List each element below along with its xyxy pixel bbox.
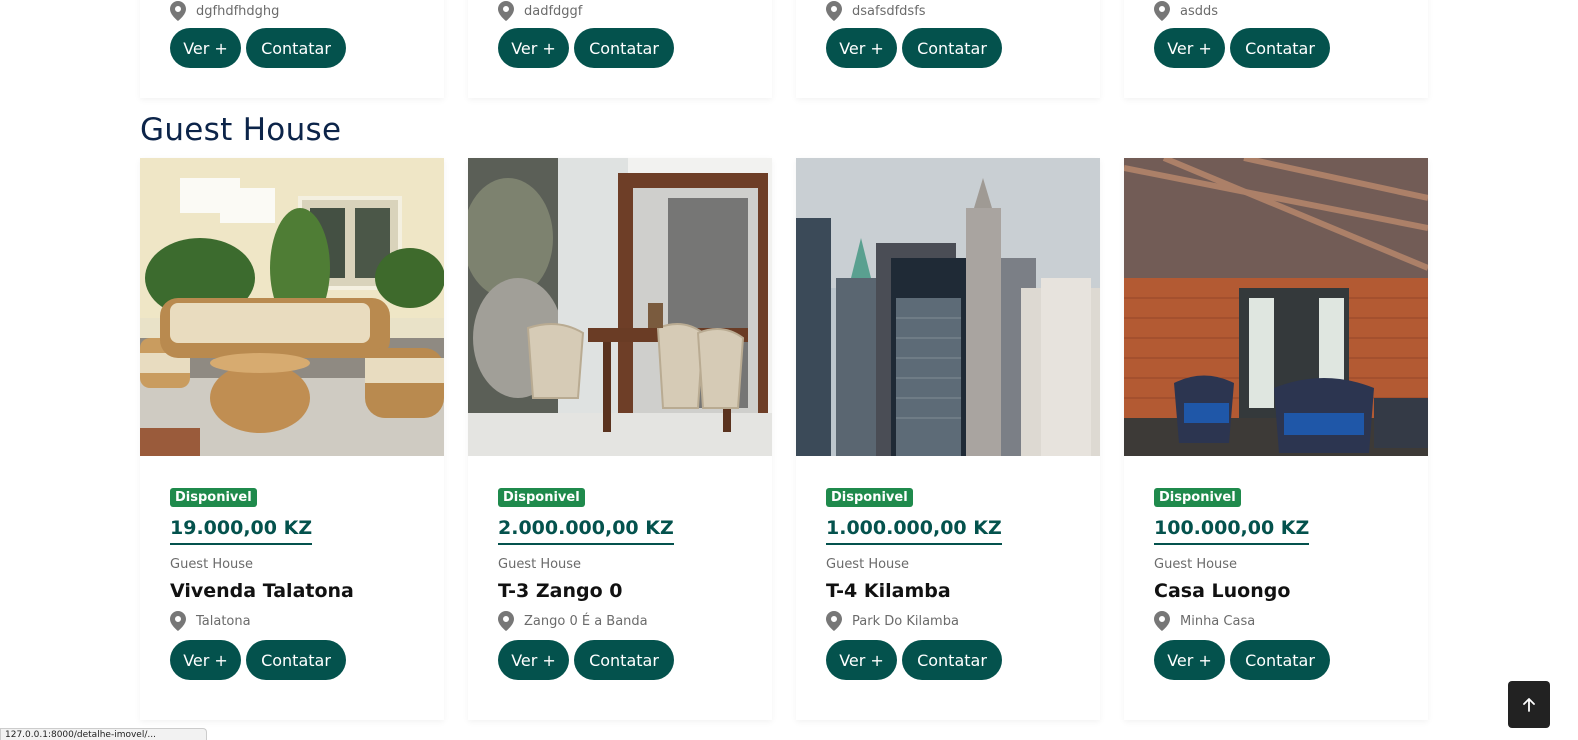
- ver-button[interactable]: Ver +: [1154, 28, 1225, 68]
- contatar-button[interactable]: Contatar: [902, 640, 1002, 680]
- contatar-button[interactable]: Contatar: [246, 640, 346, 680]
- contatar-button[interactable]: Contatar: [1230, 640, 1330, 680]
- ver-button[interactable]: Ver +: [1154, 640, 1225, 680]
- card-location: dgfhdfhdghg: [170, 0, 414, 22]
- status-badge: Disponivel: [170, 488, 257, 507]
- map-pin-icon: [498, 611, 514, 631]
- ver-button[interactable]: Ver +: [170, 28, 241, 68]
- property-card: Disponivel 1.000.000,00 KZ Guest House T…: [796, 158, 1100, 720]
- status-badge: Disponivel: [498, 488, 585, 507]
- browser-status-bar: 127.0.0.1:8000/detalhe-imovel/...: [0, 728, 207, 740]
- location-text: Park Do Kilamba: [852, 613, 959, 629]
- location-text: Zango 0 É a Banda: [524, 613, 648, 629]
- property-card: Disponivel 100.000,00 KZ Guest House Cas…: [1124, 158, 1428, 720]
- card-location: dsafsdfdsfs: [826, 0, 1070, 22]
- back-to-top-button[interactable]: [1508, 681, 1550, 728]
- map-pin-icon: [498, 1, 514, 21]
- location-text: dgfhdfhdghg: [196, 3, 280, 19]
- contatar-button[interactable]: Contatar: [246, 28, 346, 68]
- price: 1.000.000,00 KZ: [826, 517, 1002, 545]
- card-location: dadfdggf: [498, 0, 742, 22]
- arrow-up-icon: [1523, 697, 1535, 712]
- map-pin-icon: [1154, 1, 1170, 21]
- card-location: Minha Casa: [1154, 610, 1398, 632]
- contatar-button[interactable]: Contatar: [902, 28, 1002, 68]
- ver-button[interactable]: Ver +: [826, 28, 897, 68]
- ver-button[interactable]: Ver +: [826, 640, 897, 680]
- status-badge: Disponivel: [826, 488, 913, 507]
- price: 100.000,00 KZ: [1154, 517, 1310, 545]
- ver-button[interactable]: Ver +: [170, 640, 241, 680]
- property-photo[interactable]: [468, 158, 772, 456]
- property-card: dsafsdfdsfs Ver + Contatar: [796, 0, 1100, 98]
- property-photo[interactable]: [796, 158, 1100, 456]
- contatar-button[interactable]: Contatar: [574, 640, 674, 680]
- guest-house-card-row: Disponivel 19.000,00 KZ Guest House Vive…: [140, 158, 1428, 720]
- property-photo[interactable]: [1124, 158, 1428, 456]
- ver-button[interactable]: Ver +: [498, 640, 569, 680]
- card-location: Talatona: [170, 610, 414, 632]
- contatar-button[interactable]: Contatar: [574, 28, 674, 68]
- status-badge: Disponivel: [1154, 488, 1241, 507]
- card-location: asdds: [1154, 0, 1398, 22]
- map-pin-icon: [170, 1, 186, 21]
- property-type: Guest House: [1154, 557, 1238, 572]
- ver-button[interactable]: Ver +: [498, 28, 569, 68]
- map-pin-icon: [170, 611, 186, 631]
- property-card: dadfdggf Ver + Contatar: [468, 0, 772, 98]
- property-title[interactable]: T-3 Zango 0: [498, 580, 742, 602]
- contatar-button[interactable]: Contatar: [1230, 28, 1330, 68]
- location-text: dadfdggf: [524, 3, 583, 19]
- location-text: dsafsdfdsfs: [852, 3, 926, 19]
- map-pin-icon: [826, 611, 842, 631]
- map-pin-icon: [1154, 611, 1170, 631]
- location-text: Minha Casa: [1180, 613, 1256, 629]
- property-card: Disponivel 19.000,00 KZ Guest House Vive…: [140, 158, 444, 720]
- property-title[interactable]: Casa Luongo: [1154, 580, 1398, 602]
- location-text: asdds: [1180, 3, 1219, 19]
- property-title[interactable]: Vivenda Talatona: [170, 580, 414, 602]
- card-location: Zango 0 É a Banda: [498, 610, 742, 632]
- property-card: asdds Ver + Contatar: [1124, 0, 1428, 98]
- property-title[interactable]: T-4 Kilamba: [826, 580, 1070, 602]
- price: 19.000,00 KZ: [170, 517, 313, 545]
- location-text: Talatona: [196, 613, 251, 629]
- section-title: Guest House: [140, 112, 342, 148]
- price: 2.000.000,00 KZ: [498, 517, 674, 545]
- property-photo[interactable]: [140, 158, 444, 456]
- property-type: Guest House: [826, 557, 910, 572]
- card-location: Park Do Kilamba: [826, 610, 1070, 632]
- map-pin-icon: [826, 1, 842, 21]
- property-type: Guest House: [498, 557, 582, 572]
- top-card-row: dgfhdfhdghg Ver + Contatar dadfdggf Ver …: [140, 0, 1428, 98]
- property-card: dgfhdfhdghg Ver + Contatar: [140, 0, 444, 98]
- property-type: Guest House: [170, 557, 254, 572]
- property-card: Disponivel 2.000.000,00 KZ Guest House T…: [468, 158, 772, 720]
